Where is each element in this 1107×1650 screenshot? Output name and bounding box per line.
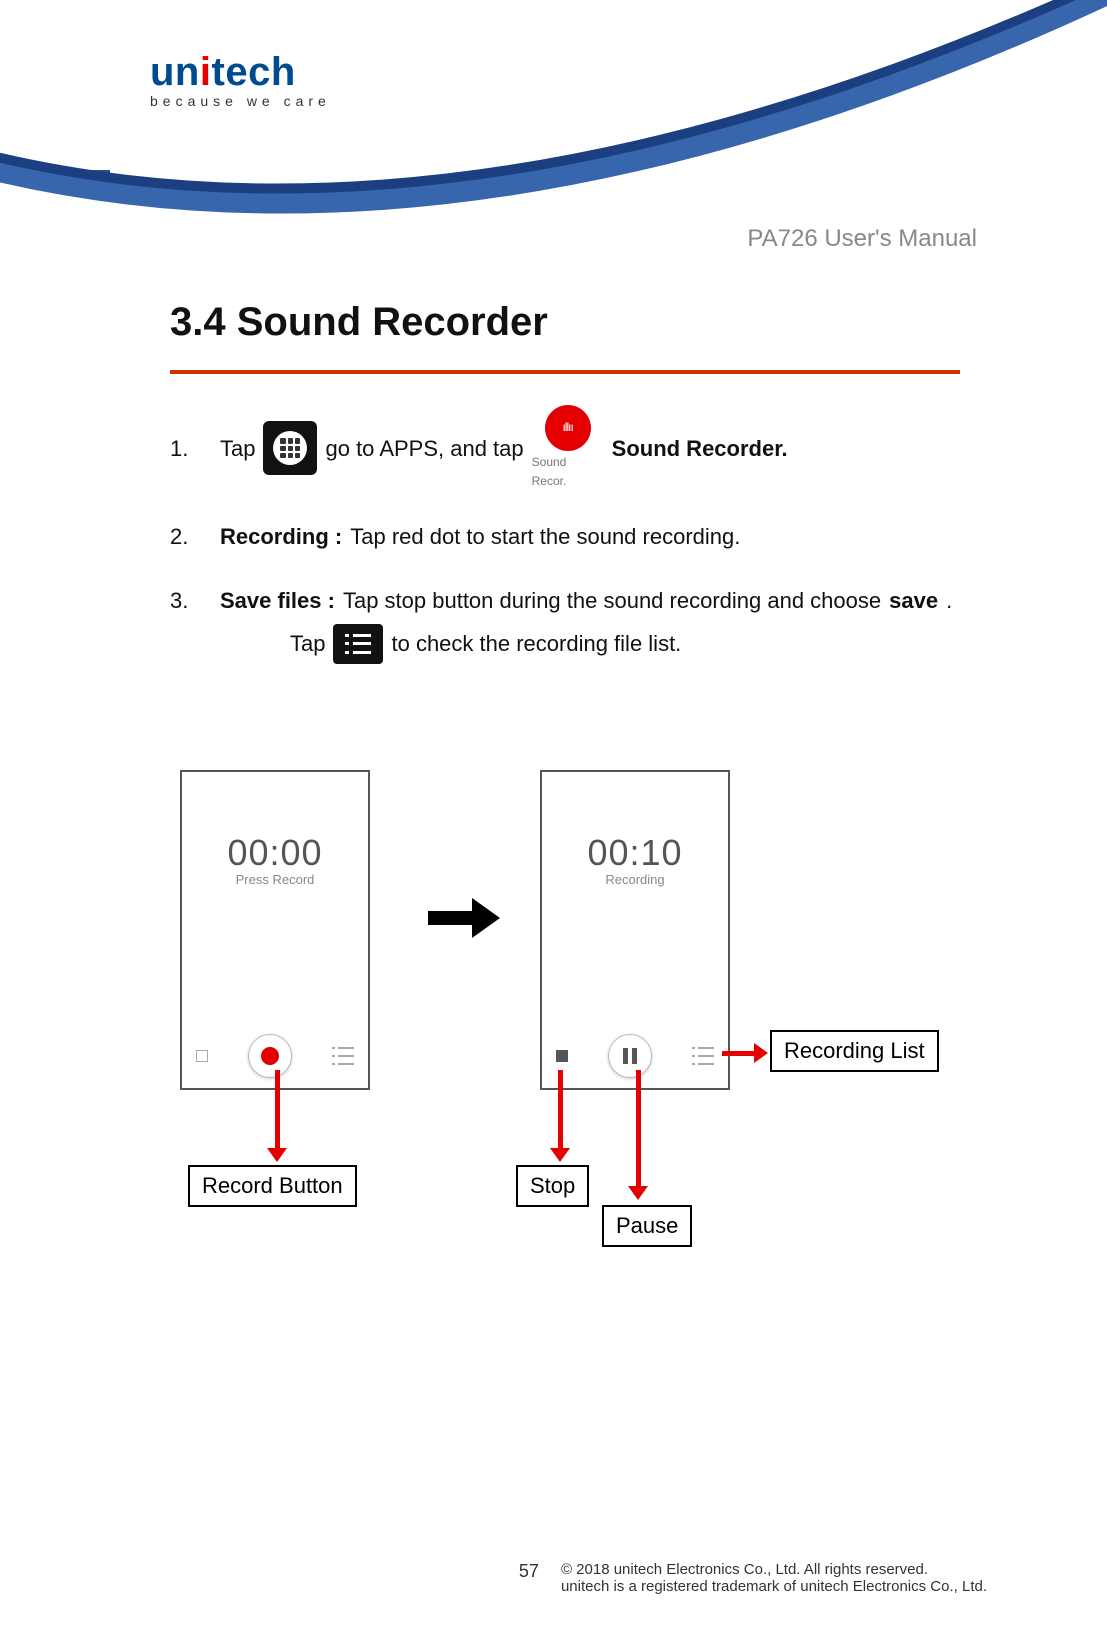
footer-line-1: © 2018 unitech Electronics Co., Ltd. All… — [561, 1561, 928, 1578]
manual-title: PA726 User's Manual — [747, 225, 977, 253]
callout-pause: Pause — [602, 1205, 692, 1247]
heading-rule — [170, 370, 960, 374]
phone1-left-placeholder-icon — [196, 1050, 208, 1062]
phone2-recording-list-icon — [692, 1047, 714, 1065]
phone1-status: Press Record — [182, 872, 368, 887]
step-1-text-b: go to APPS, and tap — [325, 431, 523, 466]
logo-text-i: i — [200, 50, 212, 94]
step-3-indent: Tap to check the recording file list. — [290, 624, 960, 664]
step-1-text-a: Tap — [220, 431, 255, 466]
phone1-recording-list-icon — [332, 1047, 354, 1065]
sound-recorder-app-icon: ıllıı Sound Recor. — [532, 405, 604, 491]
logo-tagline: because we care — [150, 93, 331, 109]
content: 1. Tap go to APPS, and tap ıllıı Sound R… — [170, 405, 960, 664]
callout-record-button: Record Button — [188, 1165, 357, 1207]
header-swoosh — [0, 0, 1107, 260]
callout-arrow-stop — [550, 1070, 570, 1162]
apps-icon — [263, 421, 317, 475]
callout-recording-list: Recording List — [770, 1030, 939, 1072]
stop-button-icon — [556, 1050, 568, 1062]
recording-list-icon — [333, 624, 383, 664]
callout-arrow-pause — [628, 1070, 648, 1200]
arrow-right-icon — [428, 898, 502, 938]
step-3-text-a: Tap stop button during the sound recordi… — [343, 583, 881, 618]
step-1: 1. Tap go to APPS, and tap ıllıı Sound R… — [170, 405, 960, 491]
logo-text-suffix: tech — [212, 50, 296, 94]
footer-text: © 2018 unitech Electronics Co., Ltd. All… — [561, 1561, 987, 1595]
phone1-timer: 00:00 — [182, 832, 368, 874]
phone-mockups: 00:00 Press Record 00:10 Recording — [170, 770, 990, 1220]
step-2-text: Tap red dot to start the sound recording… — [350, 519, 740, 554]
phone2-status: Recording — [542, 872, 728, 887]
logo: unitech because we care — [150, 50, 331, 109]
step-2: 2. Recording : Tap red dot to start the … — [170, 519, 960, 554]
section-heading: 3.4 Sound Recorder — [170, 300, 548, 345]
logo-text-prefix: un — [150, 50, 200, 94]
step-3-indent-a: Tap — [290, 626, 325, 661]
step-3-number: 3. — [170, 583, 212, 618]
callout-stop: Stop — [516, 1165, 589, 1207]
step-3-save: save — [889, 583, 938, 618]
callout-arrow-recording-list — [722, 1043, 768, 1063]
side-accent-line — [0, 170, 110, 174]
step-3-indent-b: to check the recording file list. — [391, 626, 681, 661]
logo-wordmark: unitech — [150, 50, 331, 95]
step-1-number: 1. — [170, 431, 212, 466]
step-1-text-c: Sound Recorder. — [612, 431, 788, 466]
footer: 57 © 2018 unitech Electronics Co., Ltd. … — [519, 1561, 987, 1595]
step-3-bold: Save files : — [220, 583, 335, 618]
step-3-dot: . — [946, 583, 952, 618]
step-2-number: 2. — [170, 519, 212, 554]
page: unitech because we care PA726 User's Man… — [0, 0, 1107, 1650]
step-3: 3. Save files : Tap stop button during t… — [170, 583, 960, 618]
phone2-timer: 00:10 — [542, 832, 728, 874]
phone-screenshot-idle: 00:00 Press Record — [180, 770, 370, 1090]
sound-recorder-app-label: Sound Recor. — [532, 453, 604, 491]
phone-screenshot-recording: 00:10 Recording — [540, 770, 730, 1090]
page-number: 57 — [519, 1561, 539, 1582]
callout-arrow-record — [267, 1070, 287, 1162]
step-2-bold: Recording : — [220, 519, 342, 554]
footer-line-2: unitech is a registered trademark of uni… — [561, 1578, 987, 1595]
